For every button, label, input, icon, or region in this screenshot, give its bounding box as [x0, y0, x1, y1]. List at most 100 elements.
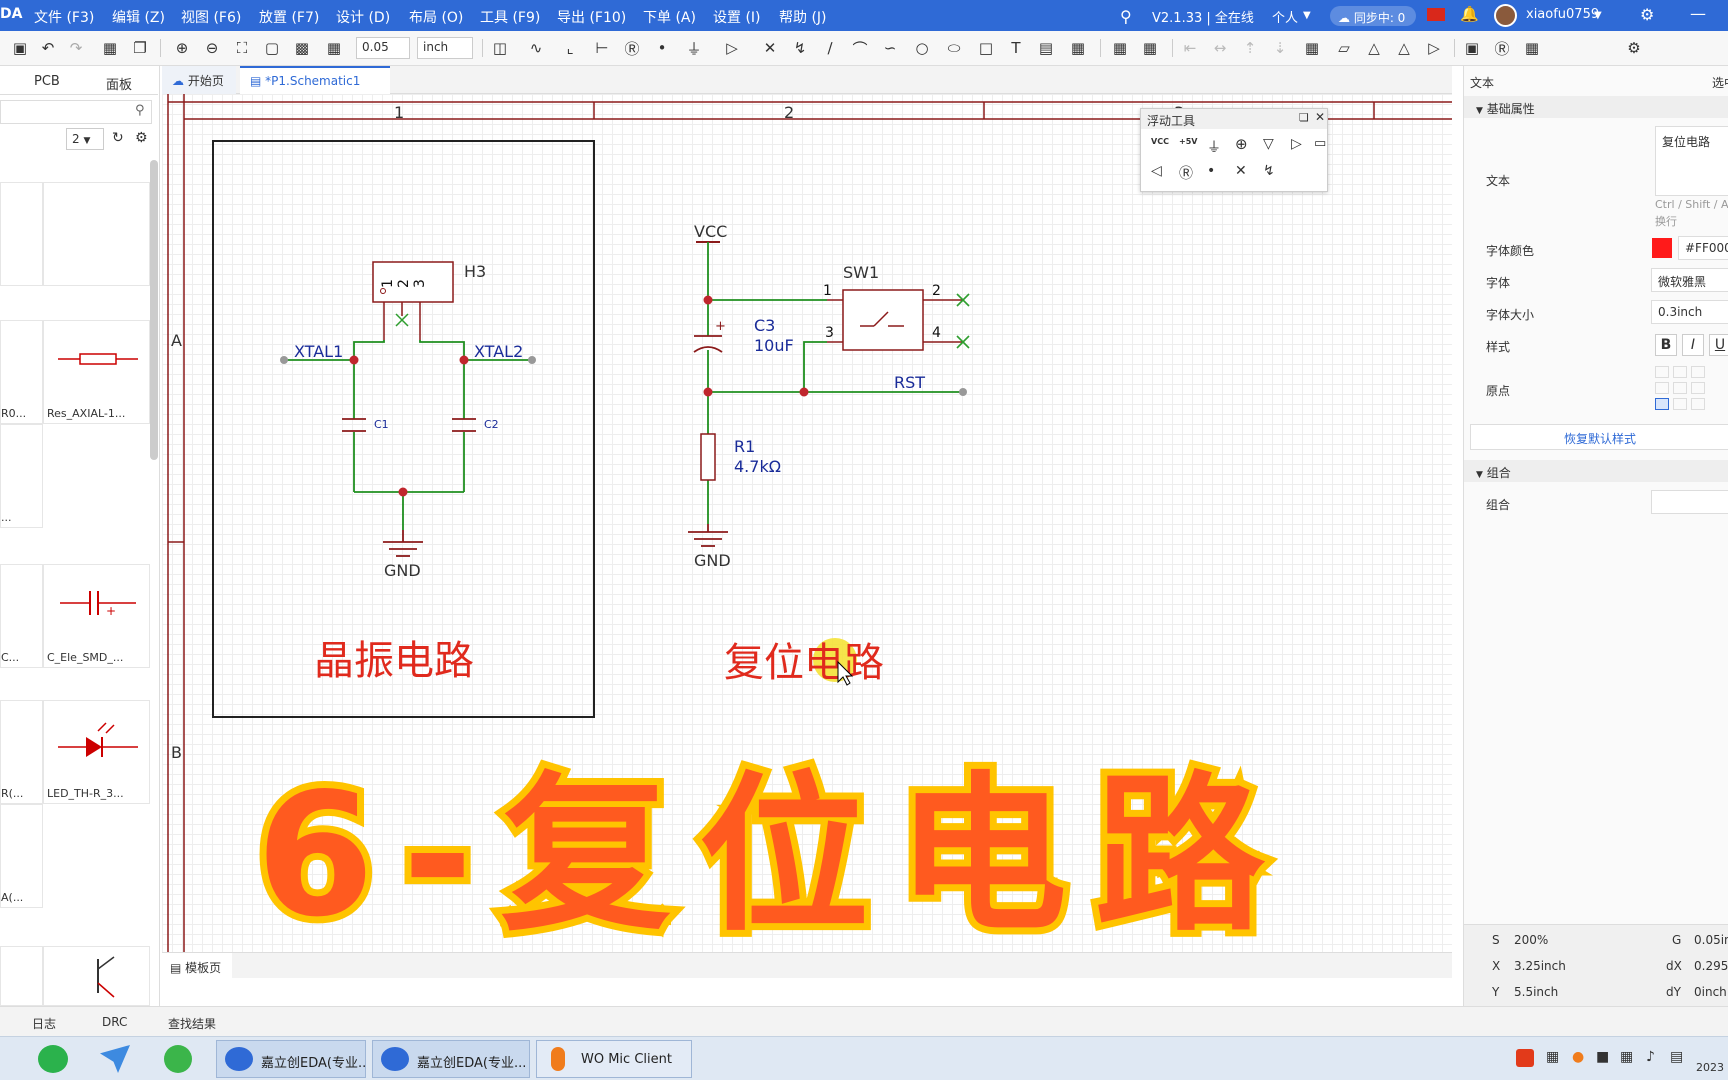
menu-export[interactable]: 导出 (F10): [557, 7, 626, 27]
rotate-icon[interactable]: ▱: [1334, 38, 1354, 58]
component-icon[interactable]: ◫: [490, 38, 510, 58]
schematic-canvas[interactable]: 1 2 3 A B 1 2 3 H3: [162, 94, 1452, 978]
grid-size-select[interactable]: 0.05: [356, 37, 410, 59]
text-icon[interactable]: T: [1006, 38, 1026, 58]
bus-icon[interactable]: ⌞: [560, 38, 580, 58]
gear-icon[interactable]: ⚙: [135, 130, 148, 146]
section-basic[interactable]: ▼ 基础属性: [1464, 96, 1728, 118]
wechat-icon[interactable]: [38, 1045, 68, 1073]
color-input[interactable]: #FF0000: [1678, 236, 1728, 260]
flip-icon[interactable]: △: [1364, 38, 1384, 58]
text-field[interactable]: 复位电路: [1655, 126, 1728, 196]
tab-home[interactable]: ☁ 开始页: [162, 66, 236, 94]
zoom-out-icon[interactable]: ⊖: [202, 38, 222, 58]
menu-edit[interactable]: 编辑 (Z): [112, 7, 165, 27]
symbol-icon[interactable]: ▣: [1462, 38, 1482, 58]
grid-icon[interactable]: ▦: [100, 38, 120, 58]
net-icon[interactable]: Ⓡ: [1492, 38, 1512, 58]
clock[interactable]: 2023: [1696, 1061, 1724, 1074]
image-icon[interactable]: ▤: [1036, 38, 1056, 58]
circle-icon[interactable]: ○: [912, 38, 932, 58]
part-cell[interactable]: A(...: [0, 804, 43, 908]
part-resistor[interactable]: Res_AXIAL-1...: [43, 320, 150, 424]
fit-icon[interactable]: ⛶: [232, 38, 252, 58]
group-input[interactable]: [1651, 490, 1728, 514]
redo-icon[interactable]: ↷: [66, 38, 86, 58]
port-out-icon[interactable]: ▷: [1291, 136, 1302, 152]
zoom-area-icon[interactable]: ▢: [262, 38, 282, 58]
tab-find-results[interactable]: 查找结果: [168, 1015, 216, 1032]
part-cell[interactable]: ...: [0, 424, 43, 528]
net-label-xtal2[interactable]: XTAL2: [474, 342, 523, 361]
page-select[interactable]: 2 ▼: [66, 128, 104, 150]
menu-order[interactable]: 下单 (A): [643, 7, 696, 27]
no-connect-icon[interactable]: ✕: [1235, 163, 1247, 179]
netlabel-icon[interactable]: Ⓡ: [1179, 163, 1193, 183]
taskbar-app-eda-1[interactable]: 嘉立创EDA(专业...: [216, 1040, 366, 1078]
align-center-icon[interactable]: ↔: [1210, 38, 1230, 58]
schematic-svg[interactable]: 1 2 3 A B 1 2 3 H3: [162, 94, 1452, 978]
zoom-in-icon[interactable]: ⊕: [172, 38, 192, 58]
part-led[interactable]: LED_TH-R_3...: [43, 700, 150, 804]
avatar[interactable]: [1494, 4, 1517, 27]
tray-icon[interactable]: ●: [1572, 1049, 1584, 1065]
refresh-app-icon[interactable]: [164, 1045, 192, 1073]
flag-icon[interactable]: [1427, 8, 1445, 21]
table-icon[interactable]: ▦: [324, 38, 344, 58]
tab-template[interactable]: ▤ 模板页: [162, 953, 232, 978]
tab-drc[interactable]: DRC: [102, 1015, 127, 1029]
crystal-block-border[interactable]: [212, 140, 595, 718]
gnd-symbol[interactable]: [688, 524, 728, 547]
copy-icon[interactable]: ❐: [130, 38, 150, 58]
library-icon[interactable]: ▦: [1522, 38, 1542, 58]
bird-app-icon[interactable]: [100, 1045, 130, 1073]
switch-sw1[interactable]: [827, 289, 963, 351]
tab-panel[interactable]: 面板: [106, 74, 132, 93]
part-capacitor[interactable]: + C_Ele_SMD_...: [43, 564, 150, 668]
menu-tools[interactable]: 工具 (F9): [480, 7, 540, 27]
5v-tool[interactable]: +5V: [1179, 137, 1197, 146]
align-bottom-icon[interactable]: ⇣: [1270, 38, 1290, 58]
tray-icon[interactable]: ▦: [1620, 1049, 1633, 1065]
part-cell[interactable]: [43, 182, 150, 286]
capacitor-c3[interactable]: [693, 335, 723, 353]
crystal-h3[interactable]: 1 2 3 H3: [372, 261, 486, 340]
minimize-icon[interactable]: —: [1690, 4, 1706, 23]
crystal-wires[interactable]: [284, 340, 532, 530]
line-icon[interactable]: ∕: [820, 38, 840, 58]
username[interactable]: xiaofu0759: [1526, 7, 1599, 22]
align-left-icon[interactable]: ⇤: [1180, 38, 1200, 58]
no-connect-icon[interactable]: ✕: [760, 38, 780, 58]
tab-schematic[interactable]: ▤ *P1.Schematic1: [240, 66, 390, 94]
ground-icon[interactable]: ⏚: [684, 38, 704, 58]
restore-default-button[interactable]: 恢复默认样式: [1470, 424, 1728, 450]
gear-icon[interactable]: ⚙: [1640, 5, 1654, 24]
earth-icon[interactable]: ⊕: [1235, 135, 1248, 153]
search-icon[interactable]: ⚲: [1120, 7, 1132, 26]
arc-icon[interactable]: ⌒: [850, 38, 870, 58]
align-top-icon[interactable]: ⇡: [1240, 38, 1260, 58]
part-transistor[interactable]: [43, 946, 150, 1006]
annotate-icon[interactable]: ▦: [1110, 38, 1130, 58]
restore-icon[interactable]: ❏: [1299, 111, 1309, 124]
wire-icon[interactable]: ∿: [526, 38, 546, 58]
sync-status[interactable]: ☁ 同步中: 0: [1330, 6, 1416, 26]
bom-icon[interactable]: ▦: [1140, 38, 1160, 58]
taskbar-app-womic[interactable]: WO Mic Client: [536, 1040, 692, 1078]
floating-tools-panel[interactable]: 浮动工具 ❏ ✕ VCC +5V ⏚ ⊕ ▽ ▷ ▭ ◁ Ⓡ • ✕ ↯: [1140, 108, 1328, 192]
port-bidir-icon[interactable]: ▭: [1314, 136, 1326, 151]
netport-icon[interactable]: ▷: [722, 38, 742, 58]
probe-icon[interactable]: ↯: [790, 38, 810, 58]
menu-place[interactable]: 放置 (F7): [259, 7, 319, 27]
gnd-symbol[interactable]: [383, 530, 423, 557]
color-swatch[interactable]: [1652, 238, 1672, 258]
ime-icon[interactable]: [1516, 1049, 1534, 1067]
menu-help[interactable]: 帮助 (J): [779, 7, 827, 27]
underline-button[interactable]: U: [1709, 334, 1728, 356]
mode-select[interactable]: 个人: [1272, 7, 1298, 26]
tray-icon[interactable]: ▦: [1546, 1049, 1559, 1065]
undo-icon[interactable]: ↶: [38, 38, 58, 58]
menu-view[interactable]: 视图 (F6): [181, 7, 241, 27]
settings-gear-icon[interactable]: ⚙: [1624, 38, 1644, 58]
tray-icon[interactable]: ■: [1596, 1049, 1609, 1065]
